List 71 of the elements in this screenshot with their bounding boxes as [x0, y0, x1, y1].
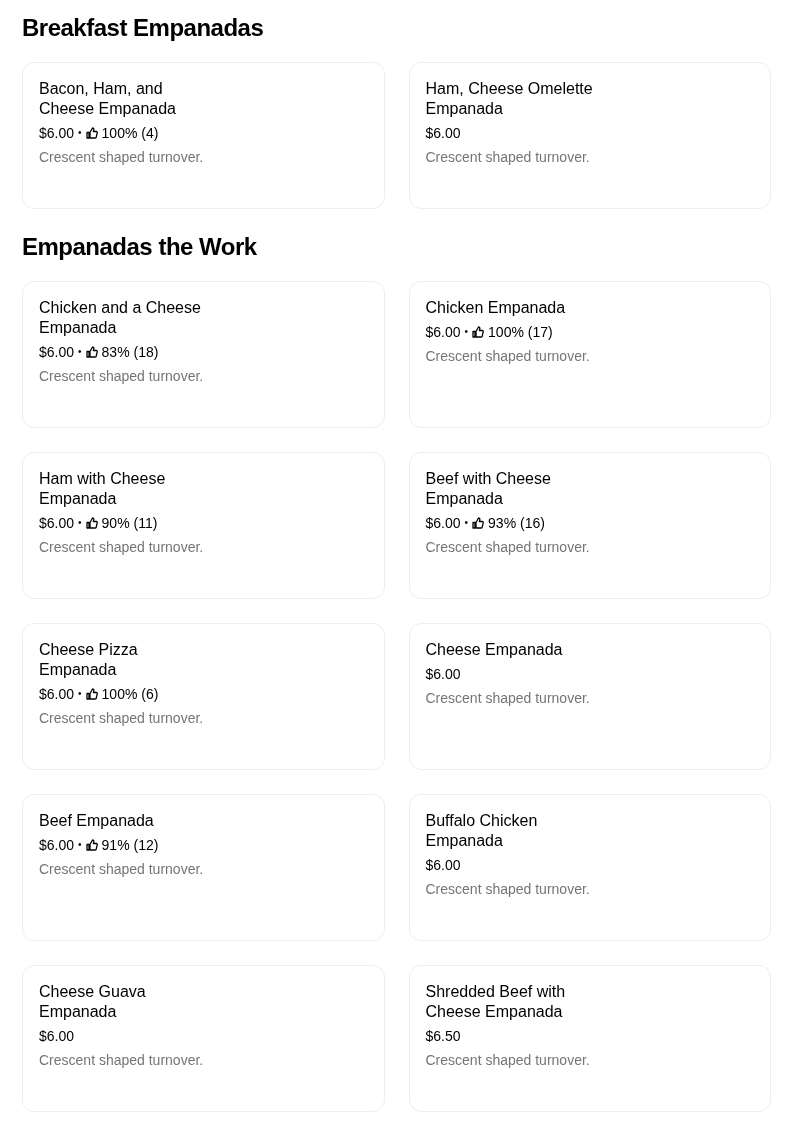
- item-description: Crescent shaped turnover.: [425, 148, 591, 167]
- item-description: Crescent shaped turnover.: [39, 367, 205, 386]
- item-description: Crescent shaped turnover.: [39, 860, 205, 879]
- item-rating: 100% (17): [488, 323, 553, 342]
- item-description: Crescent shaped turnover.: [425, 1051, 591, 1070]
- menu-item-card[interactable]: Bacon, Ham, and Cheese Empanada $6.00 • 100% (4) Crescent shaped turnover.: [22, 62, 385, 209]
- item-name: Cheese Empanada: [425, 640, 564, 660]
- separator-dot: •: [78, 345, 82, 359]
- separator-dot: •: [78, 126, 82, 140]
- item-rating: 83% (18): [101, 343, 159, 362]
- thumbs-up-icon: [85, 839, 98, 851]
- item-description: Crescent shaped turnover.: [425, 538, 591, 557]
- item-name: Bacon, Ham, and Cheese Empanada: [39, 79, 177, 119]
- menu-item-card[interactable]: Chicken and a Cheese Empanada $6.00 • 83% (18) Crescent shaped turnover.: [22, 281, 385, 428]
- thumbs-up-icon: [85, 688, 98, 700]
- item-name: Chicken Empanada: [425, 298, 567, 318]
- item-description: Crescent shaped turnover.: [39, 538, 205, 557]
- thumbs-up-icon: [85, 346, 98, 358]
- item-price: $6.00: [39, 343, 75, 362]
- item-name: Ham with Cheese Empanada: [39, 469, 167, 509]
- item-price: $6.00: [39, 514, 75, 533]
- item-description: Crescent shaped turnover.: [425, 880, 591, 899]
- item-name: Buffalo Chicken Empanada: [425, 811, 539, 851]
- item-name: Beef with Cheese Empanada: [425, 469, 552, 509]
- menu-item-card[interactable]: Cheese Guava Empanada $6.00 Crescent shaped turnover.: [22, 965, 385, 1112]
- item-price: $6.00: [39, 1027, 75, 1046]
- item-name: Beef Empanada: [39, 811, 155, 831]
- item-name: Shredded Beef with Cheese Empanada: [425, 982, 567, 1022]
- item-description: Crescent shaped turnover.: [425, 347, 591, 366]
- separator-dot: •: [464, 325, 469, 339]
- separator-dot: •: [78, 838, 82, 852]
- item-price: $6.00: [39, 685, 75, 704]
- item-price: $6.00: [425, 124, 461, 143]
- item-name: Cheese Guava Empanada: [39, 982, 147, 1022]
- item-name: Cheese Pizza Empanada: [39, 640, 139, 680]
- separator-dot: •: [464, 516, 469, 530]
- item-price: $6.00: [425, 323, 461, 342]
- menu-item-card[interactable]: Ham, Cheese Omelette Empanada $6.00 Crescent shaped turnover.: [408, 62, 771, 209]
- separator-dot: •: [78, 516, 82, 530]
- thumbs-up-icon: [472, 517, 485, 529]
- item-name: Chicken and a Cheese Empanada: [39, 298, 202, 338]
- thumbs-up-icon: [472, 326, 485, 338]
- item-rating: 90% (11): [101, 514, 158, 533]
- item-rating: 91% (12): [101, 836, 159, 855]
- section-heading: Empanadas the Work: [22, 232, 258, 262]
- item-rating: 100% (6): [101, 685, 159, 704]
- item-rating: 93% (16): [488, 514, 545, 533]
- item-price: $6.00: [39, 836, 75, 855]
- menu-item-card[interactable]: Chicken Empanada $6.00 • 100% (17) Crescent shaped turnover.: [408, 281, 771, 428]
- item-description: Crescent shaped turnover.: [39, 709, 205, 728]
- item-price: $6.00: [425, 514, 461, 533]
- menu-item-card[interactable]: Ham with Cheese Empanada $6.00 • 90% (11) Crescent shaped turnover.: [22, 452, 385, 599]
- menu-item-card[interactable]: Buffalo Chicken Empanada $6.00 Crescent shaped turnover.: [408, 794, 771, 941]
- item-description: Crescent shaped turnover.: [425, 689, 591, 708]
- menu-item-card[interactable]: Cheese Empanada $6.00 Crescent shaped turnover.: [408, 623, 771, 770]
- item-price: $6.00: [39, 124, 75, 143]
- item-price: $6.50: [425, 1027, 461, 1046]
- thumbs-up-icon: [85, 127, 98, 139]
- menu-item-card[interactable]: Beef with Cheese Empanada $6.00 • 93% (16) Crescent shaped turnover.: [408, 452, 771, 599]
- thumbs-up-icon: [85, 517, 98, 529]
- item-name: Ham, Cheese Omelette Empanada: [425, 79, 594, 119]
- menu-item-card[interactable]: Cheese Pizza Empanada $6.00 • 100% (6) Crescent shaped turnover.: [22, 623, 385, 770]
- separator-dot: •: [78, 687, 82, 701]
- menu-item-card[interactable]: Shredded Beef with Cheese Empanada $6.50 Crescent shaped turnover.: [408, 965, 771, 1112]
- item-description: Crescent shaped turnover.: [39, 1051, 205, 1070]
- item-price: $6.00: [425, 665, 461, 684]
- section-heading: Breakfast Empanadas: [22, 13, 265, 43]
- item-description: Crescent shaped turnover.: [39, 148, 205, 167]
- item-price: $6.00: [425, 856, 461, 875]
- menu-item-card[interactable]: Beef Empanada $6.00 • 91% (12) Crescent shaped turnover.: [22, 794, 385, 941]
- item-rating: 100% (4): [101, 124, 159, 143]
